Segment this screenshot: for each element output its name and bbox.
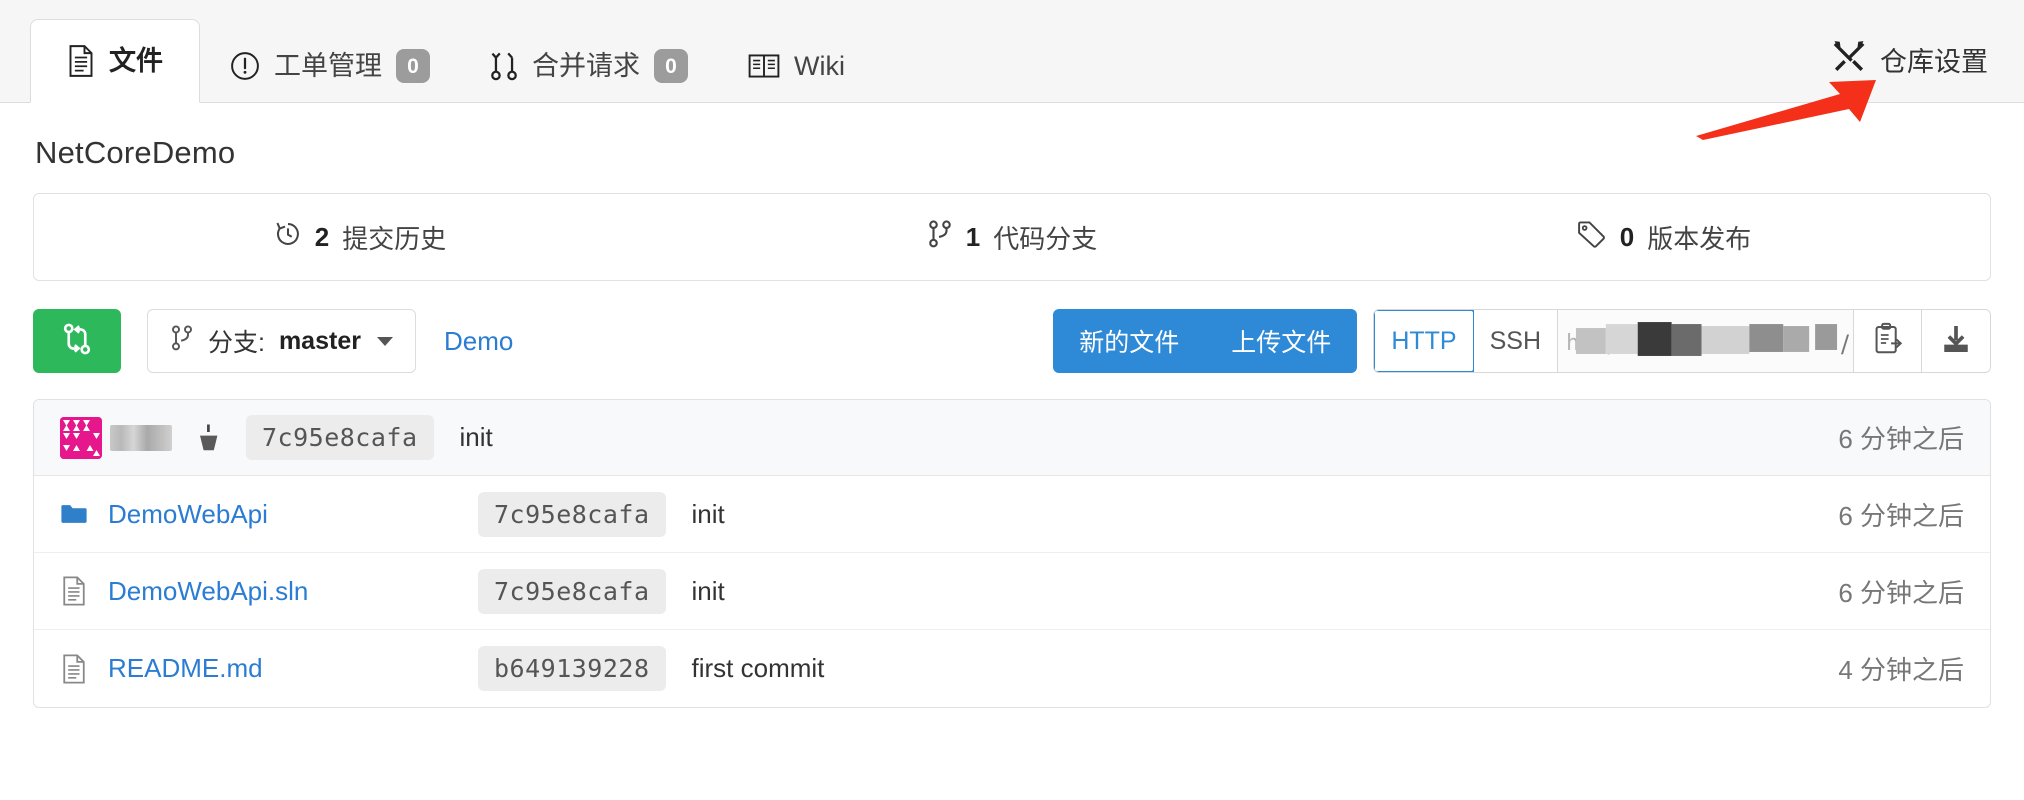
repo-settings-link[interactable]: 仓库设置 (1832, 39, 1988, 80)
git-branch-icon (927, 219, 953, 256)
stat-releases[interactable]: 0 版本发布 (1338, 194, 1990, 280)
file-commit-hash[interactable]: 7c95e8cafa (478, 492, 666, 537)
latest-commit-header: 7c95e8cafa init 6 分钟之后 (34, 400, 1990, 476)
redacted-url-overlay: http: / (1558, 310, 1853, 372)
file-name-link[interactable]: DemoWebApi.sln (108, 576, 478, 607)
git-pull-request-icon (490, 50, 518, 82)
stat-branches[interactable]: 1 代码分支 (686, 194, 1338, 280)
upload-file-button[interactable]: 上传文件 (1205, 309, 1357, 373)
tab-issues-badge: 0 (396, 49, 430, 83)
new-pull-request-button[interactable] (33, 309, 121, 373)
tab-issues[interactable]: 工单管理 0 (200, 30, 460, 102)
tab-pull-requests-label: 合并请求 (532, 53, 640, 80)
new-file-button[interactable]: 新的文件 (1053, 309, 1205, 373)
chevron-down-icon (377, 337, 393, 346)
stat-releases-count: 0 (1620, 222, 1634, 253)
file-commit-hash[interactable]: 7c95e8cafa (478, 569, 666, 614)
table-row[interactable]: README.md b649139228 first commit 4 分钟之后 (34, 630, 1990, 707)
branch-selector-prefix: 分支: (208, 323, 265, 359)
repo-main: NetCoreDemo 2 提交历史 (0, 103, 2024, 708)
repo-toolbar: 分支: master Demo 新的文件 上传文件 HTTP SSH http: (33, 309, 1991, 373)
tab-pull-requests-badge: 0 (654, 49, 688, 83)
file-name-link[interactable]: README.md (108, 653, 478, 684)
stat-branches-label: 代码分支 (993, 219, 1097, 256)
git-pull-request-icon (62, 322, 92, 361)
branch-selector-value: master (279, 327, 361, 356)
tag-icon (1577, 220, 1607, 255)
book-icon (748, 52, 780, 80)
git-branch-icon (170, 324, 194, 359)
tab-wiki-label: Wiki (794, 53, 845, 80)
stat-branches-count: 1 (966, 222, 980, 253)
tab-list: 文件 工单管理 0 (30, 0, 875, 102)
breadcrumb[interactable]: Demo (444, 326, 513, 357)
tab-files-label: 文件 (109, 48, 163, 75)
copy-clone-url-button[interactable] (1854, 310, 1922, 372)
file-commit-message: init (692, 499, 725, 530)
clone-url-group: HTTP SSH http: / (1373, 309, 1991, 373)
tools-icon (1832, 39, 1866, 80)
tab-issues-label: 工单管理 (274, 53, 382, 80)
branch-selector[interactable]: 分支: master (147, 309, 416, 373)
file-icon (67, 45, 95, 77)
folder-icon (60, 501, 88, 527)
file-commit-time: 4 分钟之后 (1838, 650, 1964, 687)
file-commit-message: init (692, 576, 725, 607)
avatar (60, 417, 102, 459)
clipboard-copy-icon (1872, 322, 1904, 361)
file-name-link[interactable]: DemoWebApi (108, 499, 478, 530)
stat-releases-label: 版本发布 (1647, 219, 1751, 256)
repo-settings-label: 仓库设置 (1880, 40, 1988, 79)
file-commit-time: 6 分钟之后 (1838, 573, 1964, 610)
issue-opened-icon (230, 51, 260, 81)
stat-commits-count: 2 (315, 222, 329, 253)
tab-files[interactable]: 文件 (30, 19, 200, 103)
commit-hash[interactable]: 7c95e8cafa (246, 415, 434, 460)
repo-toolbar-right: 新的文件 上传文件 HTTP SSH http: (1053, 309, 1991, 373)
download-zip-button[interactable] (1922, 310, 1990, 372)
page-title: NetCoreDemo (33, 103, 1991, 193)
protocol-http-button[interactable]: HTTP (1373, 309, 1474, 373)
download-icon (1939, 323, 1973, 360)
commit-author-redacted (110, 425, 172, 451)
file-list: 7c95e8cafa init 6 分钟之后 DemoWebApi 7c95e8… (33, 399, 1991, 708)
table-row[interactable]: DemoWebApi.sln 7c95e8cafa init 6 分钟之后 (34, 553, 1990, 630)
tab-wiki[interactable]: Wiki (718, 30, 875, 102)
repo-stats-bar: 2 提交历史 1 代码分支 (33, 193, 1991, 281)
file-commit-hash[interactable]: b649139228 (478, 646, 666, 691)
stat-commits[interactable]: 2 提交历史 (34, 194, 686, 280)
repo-tab-bar: 文件 工单管理 0 (0, 0, 2024, 103)
tab-pull-requests[interactable]: 合并请求 0 (460, 30, 718, 102)
file-commit-time: 6 分钟之后 (1838, 496, 1964, 533)
file-action-buttons: 新的文件 上传文件 (1053, 309, 1357, 373)
table-row[interactable]: DemoWebApi 7c95e8cafa init 6 分钟之后 (34, 476, 1990, 553)
stat-commits-label: 提交历史 (342, 219, 446, 256)
file-commit-message: first commit (692, 653, 825, 684)
svg-text:/: / (1841, 330, 1850, 358)
commit-time: 6 分钟之后 (1838, 419, 1964, 456)
history-icon (274, 220, 302, 255)
commit-icon (194, 421, 224, 455)
file-icon (60, 654, 88, 684)
file-icon (60, 576, 88, 606)
commit-message: init (460, 422, 493, 453)
protocol-ssh-button[interactable]: SSH (1474, 310, 1558, 372)
clone-url-input[interactable]: http: / (1558, 310, 1854, 372)
